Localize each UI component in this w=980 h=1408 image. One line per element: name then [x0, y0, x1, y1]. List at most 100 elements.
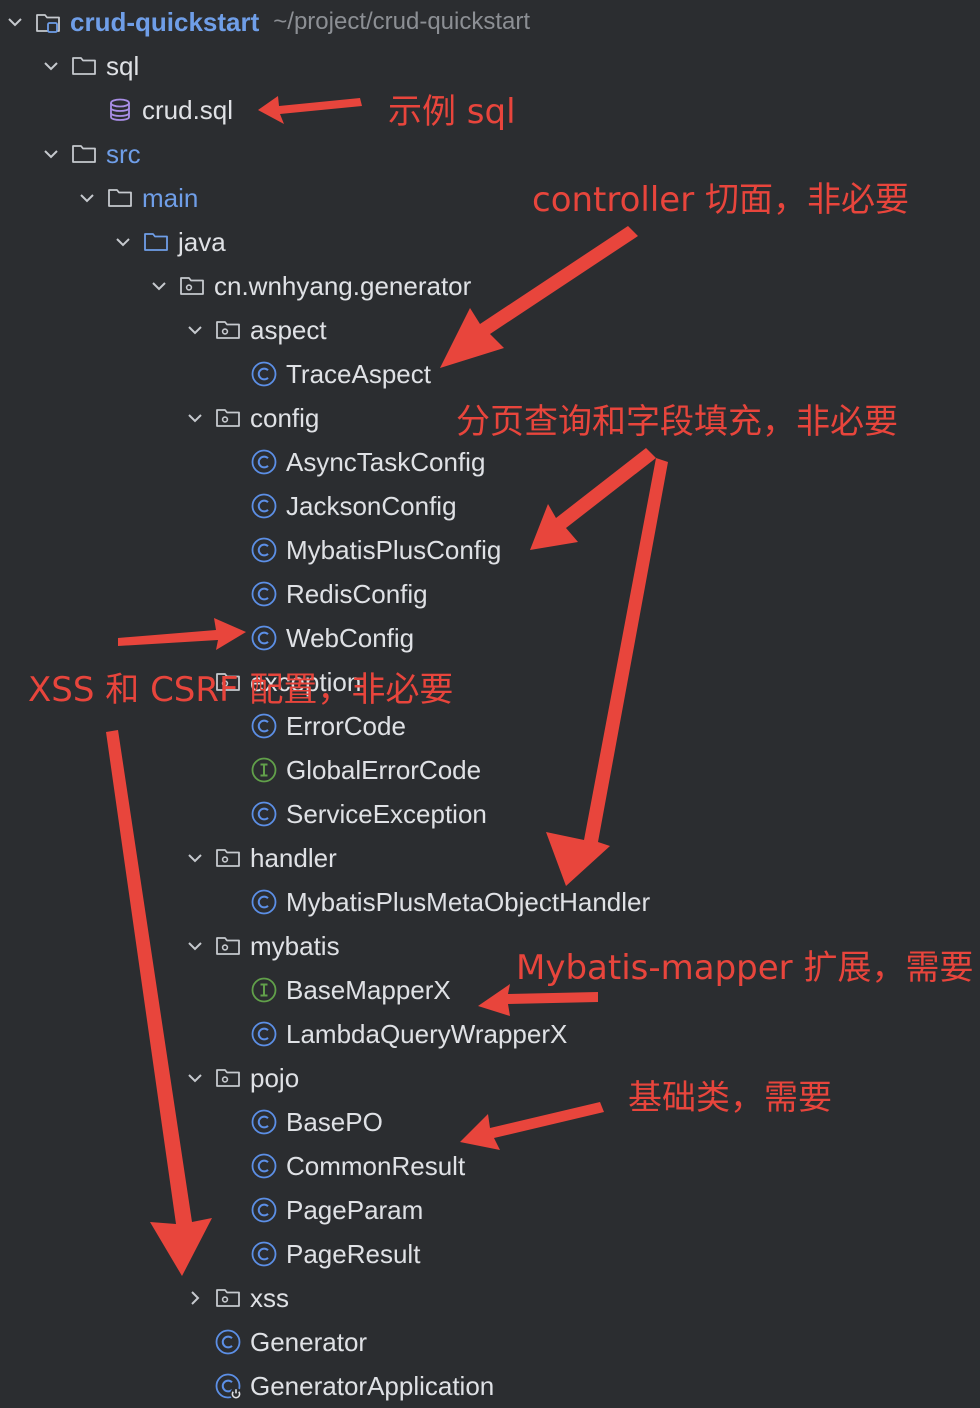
tree-row-serviceexception[interactable]: ServiceException	[0, 792, 980, 836]
chevron-down-icon[interactable]	[38, 141, 64, 167]
class-icon	[250, 360, 278, 388]
tree-item-label: JacksonConfig	[286, 490, 457, 521]
source-folder-icon	[142, 228, 170, 256]
folder-icon	[70, 52, 98, 80]
class-icon	[250, 712, 278, 740]
tree-item-label: ErrorCode	[286, 710, 406, 741]
chevron-down-icon[interactable]	[182, 405, 208, 431]
tree-row-cn-wnhyang-generator[interactable]: cn.wnhyang.generator	[0, 264, 980, 308]
tree-row-pageparam[interactable]: PageParam	[0, 1188, 980, 1232]
class-icon	[250, 536, 278, 564]
spring-boot-class-icon	[214, 1372, 242, 1400]
tree-row-mybatisplusmetaobjecthandler[interactable]: MybatisPlusMetaObjectHandler	[0, 880, 980, 924]
chevron-right-icon[interactable]	[182, 1285, 208, 1311]
tree-row-sql[interactable]: sql	[0, 44, 980, 88]
chevron-down-icon[interactable]	[146, 273, 172, 299]
interface-icon	[250, 756, 278, 784]
tree-row-traceaspect[interactable]: TraceAspect	[0, 352, 980, 396]
tree-row-handler[interactable]: handler	[0, 836, 980, 880]
tree-item-label: handler	[250, 842, 337, 873]
tree-row-lambdaquerywrapperx[interactable]: LambdaQueryWrapperX	[0, 1012, 980, 1056]
chevron-down-icon[interactable]	[182, 845, 208, 871]
tree-row-globalerrorcode[interactable]: GlobalErrorCode	[0, 748, 980, 792]
tree-item-label: GlobalErrorCode	[286, 754, 482, 785]
tree-row-generatorapplication[interactable]: GeneratorApplication	[0, 1364, 980, 1408]
tree-row-pojo[interactable]: pojo	[0, 1056, 980, 1100]
tree-item-label: GeneratorApplication	[250, 1370, 495, 1401]
tree-item-label: BaseMapperX	[286, 974, 451, 1005]
tree-item-label: PageResult	[286, 1238, 421, 1269]
project-path: ~/project/crud-quickstart	[273, 8, 531, 35]
project-name: crud-quickstart	[70, 6, 260, 37]
annotation-sql: 示例 sql	[388, 92, 516, 132]
tree-item-label: MybatisPlusConfig	[286, 534, 502, 565]
class-icon	[214, 1328, 242, 1356]
tree-item-label: AsyncTaskConfig	[286, 446, 486, 477]
tree-row-project-root[interactable]: crud-quickstart ~/project/crud-quickstar…	[0, 0, 980, 44]
chevron-down-icon[interactable]	[38, 53, 64, 79]
tree-item-label: java	[178, 226, 226, 257]
chevron-down-icon[interactable]	[2, 9, 28, 35]
class-icon	[250, 448, 278, 476]
chevron-down-icon[interactable]	[182, 933, 208, 959]
tree-row-generator[interactable]: Generator	[0, 1320, 980, 1364]
tree-row-xss[interactable]: xss	[0, 1276, 980, 1320]
tree-item-label: BasePO	[286, 1106, 383, 1137]
tree-item-label: crud.sql	[142, 94, 234, 125]
package-icon	[214, 844, 242, 872]
tree-row-redisconfig[interactable]: RedisConfig	[0, 572, 980, 616]
annotation-xss: XSS 和 CSRF 配置，非必要	[28, 670, 454, 710]
database-icon	[106, 96, 134, 124]
tree-item-label: RedisConfig	[286, 578, 428, 609]
class-icon	[250, 1108, 278, 1136]
class-icon	[250, 624, 278, 652]
class-icon	[250, 1020, 278, 1048]
tree-row-java[interactable]: java	[0, 220, 980, 264]
tree-row-basepo[interactable]: BasePO	[0, 1100, 980, 1144]
tree-item-label: config	[250, 402, 320, 433]
tree-row-mybatisplusconfig[interactable]: MybatisPlusConfig	[0, 528, 980, 572]
tree-row-asynctaskconfig[interactable]: AsyncTaskConfig	[0, 440, 980, 484]
class-icon	[250, 1196, 278, 1224]
class-icon	[250, 800, 278, 828]
chevron-down-icon[interactable]	[74, 185, 100, 211]
tree-item-label: CommonResult	[286, 1150, 466, 1181]
tree-row-webconfig[interactable]: WebConfig	[0, 616, 980, 660]
annotation-mapper: Mybatis-mapper 扩展，需要	[516, 948, 974, 988]
tree-row-commonresult[interactable]: CommonResult	[0, 1144, 980, 1188]
interface-icon	[250, 976, 278, 1004]
module-folder-icon	[34, 8, 62, 36]
annotation-controller: controller 切面，非必要	[532, 180, 910, 220]
tree-row-pageresult[interactable]: PageResult	[0, 1232, 980, 1276]
tree-item-label: PageParam	[286, 1194, 424, 1225]
package-icon	[214, 316, 242, 344]
chevron-down-icon[interactable]	[110, 229, 136, 255]
package-icon	[214, 404, 242, 432]
class-icon	[250, 492, 278, 520]
class-icon	[250, 580, 278, 608]
tree-row-aspect[interactable]: aspect	[0, 308, 980, 352]
tree-row-src[interactable]: src	[0, 132, 980, 176]
annotation-base: 基础类，需要	[628, 1078, 832, 1118]
chevron-down-icon[interactable]	[182, 317, 208, 343]
folder-icon	[70, 140, 98, 168]
class-icon	[250, 1240, 278, 1268]
tree-item-label: TraceAspect	[286, 358, 431, 389]
tree-row-jacksonconfig[interactable]: JacksonConfig	[0, 484, 980, 528]
chevron-down-icon[interactable]	[182, 1065, 208, 1091]
folder-icon	[106, 184, 134, 212]
tree-item-label: mybatis	[250, 930, 340, 961]
